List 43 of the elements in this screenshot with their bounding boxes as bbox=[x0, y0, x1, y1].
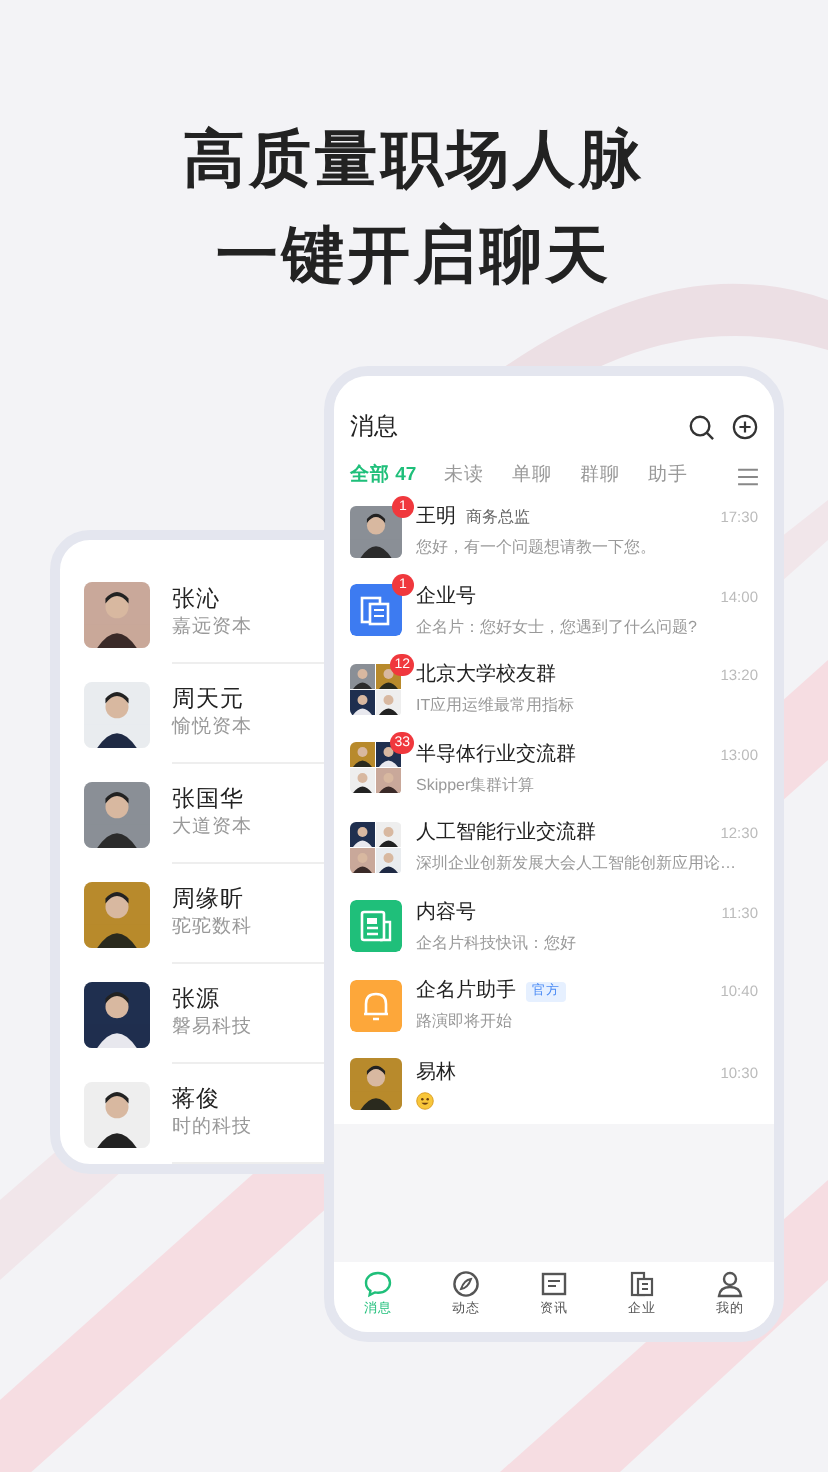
document-icon bbox=[350, 584, 402, 637]
add-icon[interactable] bbox=[732, 413, 758, 439]
search-icon[interactable] bbox=[688, 413, 714, 439]
company-name: 大道资本 bbox=[172, 815, 254, 841]
job-title: 商务总监 bbox=[466, 505, 530, 530]
chat-bubble-icon bbox=[364, 1270, 392, 1299]
chat-name: 内容号 bbox=[416, 899, 476, 928]
user-icon bbox=[716, 1270, 744, 1299]
document-icon bbox=[540, 1270, 568, 1299]
contact-name: 周天元 bbox=[172, 685, 246, 716]
message-preview: 企名片：您好女士，您遇到了什么问题? bbox=[416, 615, 699, 640]
compass-icon bbox=[452, 1270, 480, 1299]
contact-name: 张沁 bbox=[172, 585, 222, 616]
headline: 一键开启聊天 bbox=[216, 218, 612, 295]
chat-name: 易林 bbox=[416, 1059, 456, 1089]
newspaper-icon bbox=[350, 900, 402, 953]
message-preview: IT应用运维最常用指标 bbox=[416, 694, 577, 719]
contact-name: 张国华 bbox=[172, 785, 246, 816]
smiley-icon bbox=[416, 1092, 434, 1111]
chat-name: 人工智能行业交流群 bbox=[416, 819, 596, 849]
menu-icon[interactable] bbox=[738, 467, 758, 485]
page-title: 消息 bbox=[350, 410, 398, 444]
bell-icon bbox=[350, 979, 402, 1032]
chat-name: 北京大学校友群 bbox=[416, 661, 556, 691]
building-icon bbox=[628, 1270, 656, 1299]
contact-name: 蒋俊 bbox=[172, 1085, 222, 1116]
company-name: 愉悦资本 bbox=[172, 715, 254, 741]
message-preview: 路演即将开始 bbox=[416, 1010, 514, 1035]
company-name: 时的科技 bbox=[172, 1115, 254, 1141]
chat-name: 半导体行业交流群 bbox=[416, 741, 576, 770]
message-preview: Skipper集群计算 bbox=[416, 773, 537, 798]
contact-name: 周缘昕 bbox=[172, 885, 246, 916]
contact-name: 张源 bbox=[172, 985, 222, 1016]
headline: 高质量职场人脉 bbox=[183, 122, 645, 198]
company-name: 磐易科技 bbox=[172, 1015, 254, 1041]
message-preview: 深圳企业创新发展大会人工智能创新应用论… bbox=[416, 852, 738, 877]
chat-name: 王明 bbox=[416, 504, 456, 533]
company-name: 嘉远资本 bbox=[172, 615, 254, 641]
company-name: 驼驼数科 bbox=[172, 915, 254, 941]
message-preview: 您好，有一个问题想请教一下您。 bbox=[416, 536, 658, 561]
chat-name: 企名片助手 bbox=[416, 977, 516, 1007]
message-preview: 企名片科技快讯：您好 bbox=[416, 931, 578, 956]
chat-name: 企业号 bbox=[416, 583, 476, 612]
